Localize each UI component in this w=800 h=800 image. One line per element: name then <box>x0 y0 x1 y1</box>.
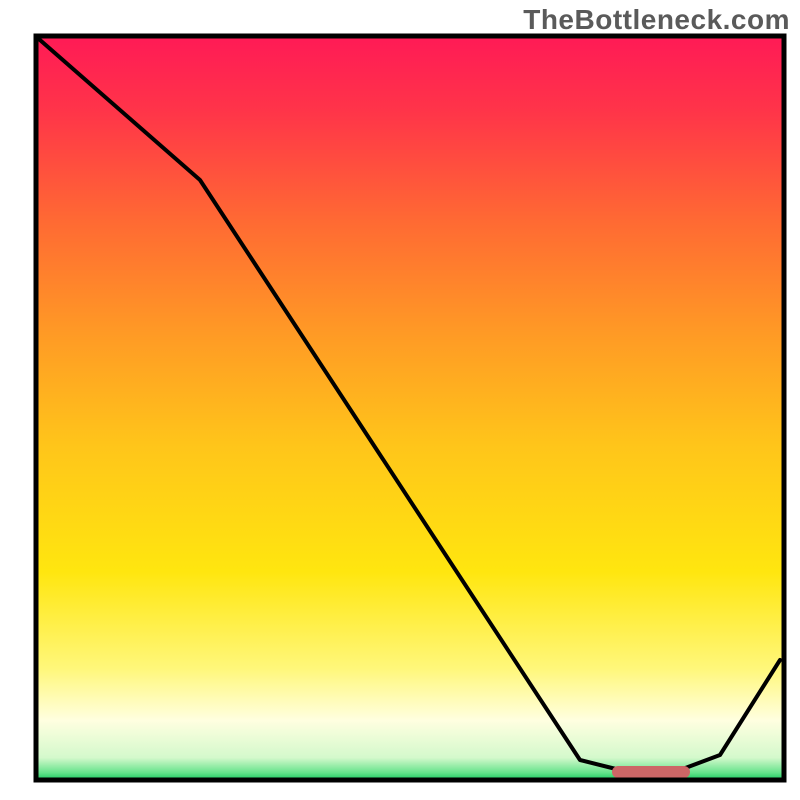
bottleneck-chart <box>0 0 800 800</box>
gradient-background <box>36 36 784 780</box>
chart-container: TheBottleneck.com <box>0 0 800 800</box>
optimal-range-marker <box>612 766 690 778</box>
